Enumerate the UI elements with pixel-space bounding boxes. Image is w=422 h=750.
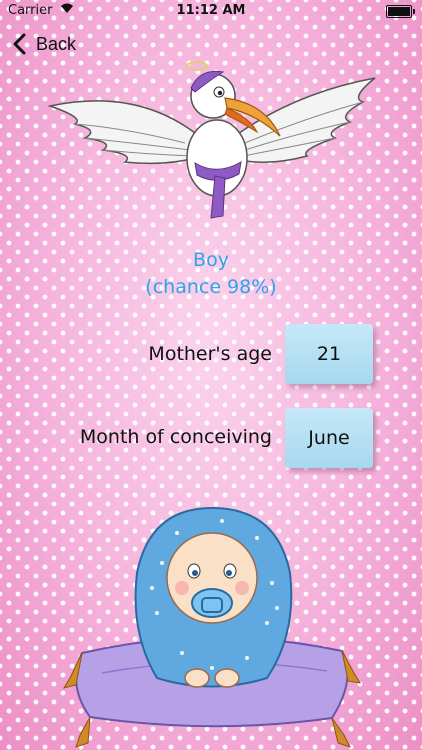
- baby-on-pillow-illustration: [62, 506, 361, 748]
- result-chance: (chance 98%): [145, 276, 277, 298]
- month-button[interactable]: June: [285, 408, 373, 468]
- result-gender: Boy: [193, 249, 229, 271]
- status-bar: Carrier 11:12 AM: [0, 0, 422, 22]
- clock: 11:12 AM: [176, 3, 246, 18]
- chevron-left-icon: [13, 33, 26, 55]
- mother-age-label: Mother's age: [148, 343, 272, 365]
- month-label: Month of conceiving: [79, 426, 272, 448]
- mother-age-button[interactable]: 21: [285, 324, 373, 384]
- battery-icon: [386, 5, 415, 18]
- stork-illustration: [47, 61, 376, 219]
- back-label: Back: [36, 33, 77, 54]
- back-button[interactable]: Back: [10, 30, 76, 58]
